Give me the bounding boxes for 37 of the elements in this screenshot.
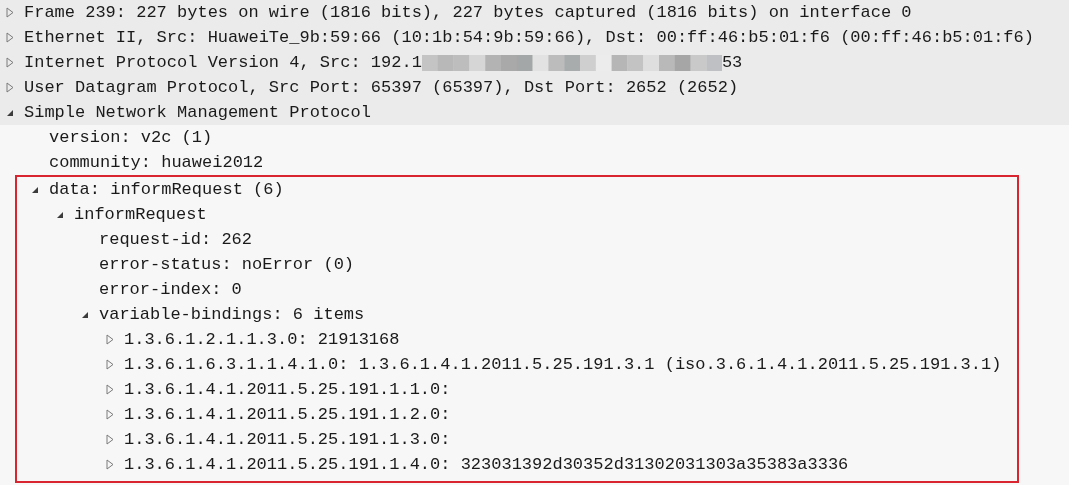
field-text: error-index: 0	[99, 278, 242, 301]
collapsed-triangle-icon[interactable]	[106, 334, 114, 345]
field-text: request-id: 262	[99, 228, 253, 251]
field-text: version: v2c (1)	[49, 126, 213, 149]
field-text: 1.3.6.1.4.1.2011.5.25.191.1.4.0: 323031392d30352d31302031303a35383a3336	[124, 453, 849, 476]
field-text: 1.3.6.1.2.1.1.3.0: 21913168	[124, 328, 400, 351]
expanded-triangle-icon[interactable]	[31, 185, 39, 194]
field-text: User Datagram Protocol, Src Port: 65397 (65397), Dst Port: 2652 (2652)	[24, 76, 739, 99]
collapsed-triangle-icon[interactable]	[106, 359, 114, 370]
field-text: informRequest	[74, 203, 207, 226]
collapsed-triangle-icon[interactable]	[106, 434, 114, 445]
protocol-row[interactable]: Frame 239: 227 bytes on wire (1816 bits), 227 bytes captured (1816 bits) on interface 0	[0, 0, 1069, 25]
collapsed-triangle-icon[interactable]	[6, 82, 14, 93]
collapsed-triangle-icon[interactable]	[106, 459, 114, 470]
collapsed-triangle-icon[interactable]	[6, 7, 14, 18]
field-text: error-status: noError (0)	[99, 253, 355, 276]
field-text: community: huawei2012	[49, 151, 264, 174]
protocol-row[interactable]: User Datagram Protocol, Src Port: 65397 (65397), Dst Port: 2652 (2652)	[0, 75, 1069, 100]
field-text: 1.3.6.1.4.1.2011.5.25.191.1.2.0:	[124, 403, 451, 426]
expanded-triangle-icon[interactable]	[81, 310, 89, 319]
field-text: 1.3.6.1.4.1.2011.5.25.191.1.3.0:	[124, 428, 451, 451]
field-text: Simple Network Management Protocol	[24, 101, 371, 124]
field-text: 1.3.6.1.4.1.2011.5.25.191.1.1.0:	[124, 378, 451, 401]
field-text: 1.3.6.1.6.3.1.1.4.1.0: 1.3.6.1.4.1.2011.5.25.191.3.1 (iso.3.6.1.4.1.2011.5.25.191.3.1)	[124, 353, 1002, 376]
protocol-row[interactable]: Internet Protocol Version 4, Src: 192.1 53	[0, 50, 1069, 75]
collapsed-triangle-icon[interactable]	[106, 384, 114, 395]
expanded-triangle-icon[interactable]	[56, 210, 64, 219]
field-text: 53	[721, 51, 743, 74]
field-text: Internet Protocol Version 4, Src: 192.1	[24, 51, 422, 74]
protocol-row[interactable]: Simple Network Management Protocol	[0, 100, 1069, 125]
field-text: Frame 239: 227 bytes on wire (1816 bits), 227 bytes captured (1816 bits) on interface 0	[24, 1, 912, 24]
field-text: variable-bindings: 6 items	[99, 303, 365, 326]
expanded-triangle-icon[interactable]	[6, 108, 14, 117]
field-text: data: informRequest (6)	[49, 178, 284, 201]
collapsed-triangle-icon[interactable]	[106, 409, 114, 420]
collapsed-triangle-icon[interactable]	[6, 57, 14, 68]
collapsed-triangle-icon[interactable]	[6, 32, 14, 43]
